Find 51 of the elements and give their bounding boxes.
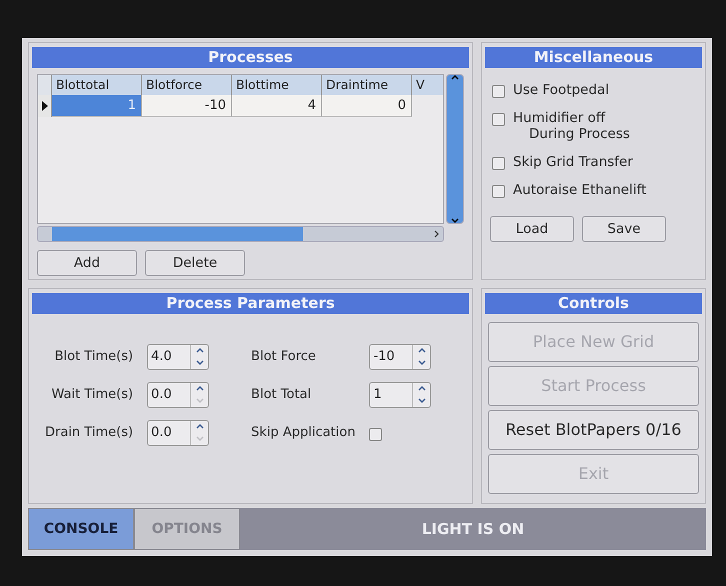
spin-box[interactable]: 1 <box>369 382 432 408</box>
table-action-button[interactable]: Delete <box>145 250 245 276</box>
spin-value-field[interactable]: 1 <box>370 382 412 407</box>
checkbox-label: Humidifier off <box>513 110 606 126</box>
table-corner <box>38 75 52 95</box>
column-header[interactable]: Blottotal <box>52 75 142 95</box>
checkbox[interactable] <box>492 185 505 198</box>
parameter-label: Drain Time(s) <box>45 425 134 440</box>
parameter-label: Blot Force <box>251 349 317 364</box>
spin-value-field[interactable]: -10 <box>370 344 412 369</box>
checkbox[interactable] <box>492 157 505 170</box>
checkbox-label: Use Footpedal <box>513 82 610 98</box>
file-button[interactable]: Save <box>582 216 666 242</box>
spin-box[interactable]: 4.0 <box>147 344 210 370</box>
vertical-scrollbar[interactable] <box>446 74 464 224</box>
checkbox-label: Autoraise Ethanelift <box>513 182 646 198</box>
column-header[interactable]: Draintime <box>322 75 412 95</box>
spin-value-field[interactable]: 0.0 <box>148 420 190 445</box>
status-bar: LIGHT IS ON <box>240 508 706 550</box>
parameter-label: Skip Application <box>251 425 356 440</box>
table-action-button[interactable]: Add <box>37 250 137 276</box>
spin-value-field[interactable]: 4.0 <box>148 344 190 369</box>
file-button[interactable]: Load <box>490 216 574 242</box>
table-cell[interactable]: -10 <box>142 95 232 117</box>
row-header[interactable] <box>38 95 52 117</box>
control-button[interactable]: Reset BlotPapers 0/16 <box>488 410 699 450</box>
horizontal-scrollbar[interactable] <box>37 226 444 242</box>
checkbox[interactable] <box>492 113 505 126</box>
table-cell[interactable]: 4 <box>232 95 322 117</box>
panel-title: Processes <box>32 47 469 68</box>
checkbox[interactable] <box>492 85 505 98</box>
column-header[interactable]: Blotforce <box>142 75 232 95</box>
spin-value-field[interactable]: 0.0 <box>148 382 190 407</box>
column-header[interactable]: V <box>412 75 443 95</box>
panel-title: Miscellaneous <box>485 47 702 68</box>
panel-title: Process Parameters <box>32 292 469 314</box>
parameter-label: Blot Time(s) <box>54 349 134 364</box>
spin-box[interactable]: 0.0 <box>147 420 210 446</box>
row-pointer-icon <box>42 101 48 111</box>
panel-title: Controls <box>485 292 702 314</box>
tab[interactable]: CONSOLE <box>28 508 134 550</box>
parameter-label: Blot Total <box>251 387 312 402</box>
checkbox-label: Skip Grid Transfer <box>513 154 633 170</box>
checkbox[interactable] <box>369 428 382 441</box>
process-table[interactable]: Blottotal Blotforce Blottime Draintime V 1 -10 4 0 <box>37 74 444 224</box>
spin-box[interactable]: -10 <box>369 344 432 370</box>
table-cell[interactable]: 0 <box>322 95 412 117</box>
parameter-label: Wait Time(s) <box>50 387 134 402</box>
spin-box[interactable]: 0.0 <box>147 382 210 408</box>
checkbox-label: During Process <box>528 126 630 142</box>
column-header[interactable]: Blottime <box>232 75 322 95</box>
